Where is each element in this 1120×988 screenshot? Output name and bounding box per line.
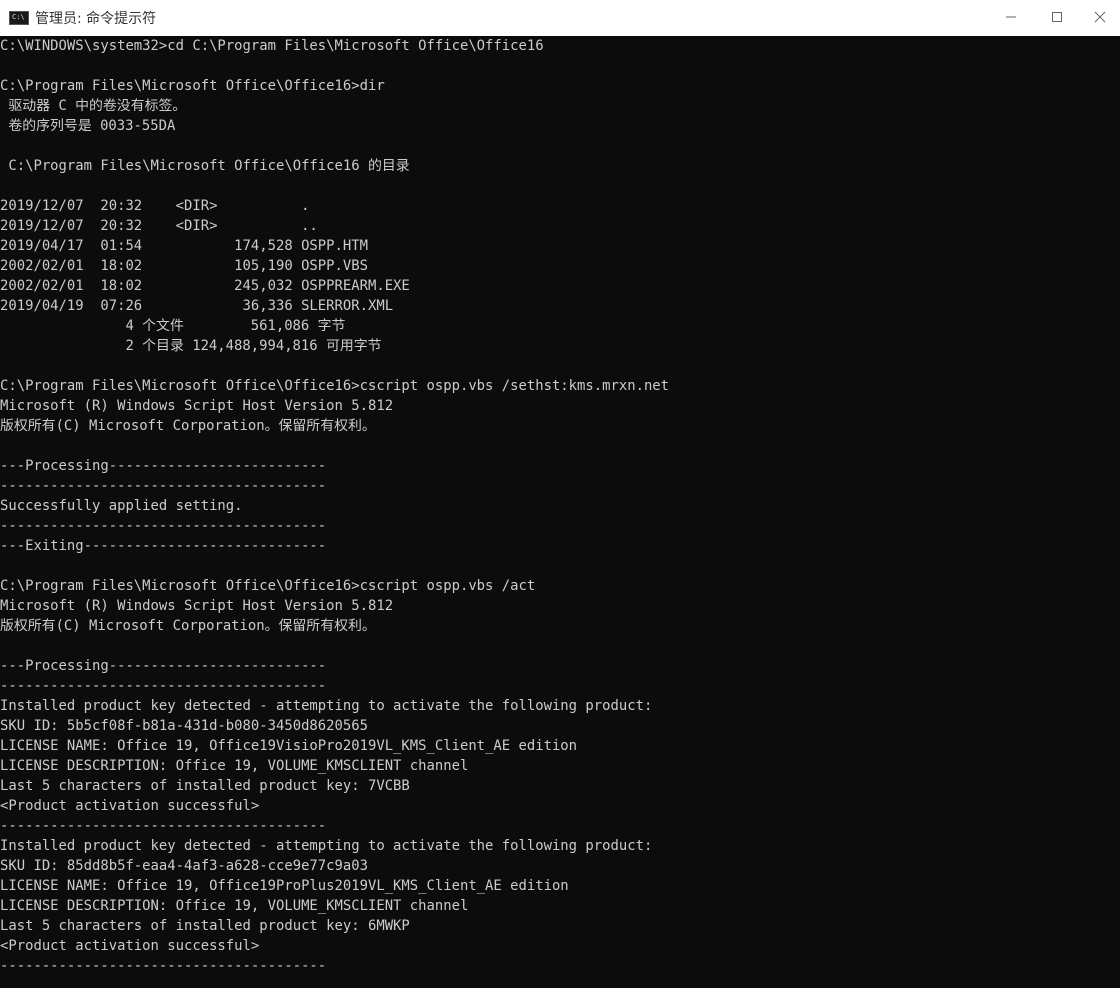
console-line: 驱动器 C 中的卷没有标签。: [0, 98, 187, 114]
console-line: Last 5 characters of installed product k…: [0, 778, 410, 794]
console-line: LICENSE DESCRIPTION: Office 19, VOLUME_K…: [0, 898, 469, 914]
console-line: <Product activation successful>: [0, 798, 260, 814]
console-line: Installed product key detected - attempt…: [0, 838, 653, 854]
console-line: LICENSE NAME: Office 19, Office19VisioPr…: [0, 738, 578, 754]
console-line: C:\Program Files\Microsoft Office\Office…: [0, 158, 410, 174]
console-line: 2002/02/01 18:02 245,032 OSPPREARM.EXE: [0, 278, 410, 294]
maximize-button[interactable]: [1034, 0, 1080, 34]
console-line: 2019/04/17 01:54 174,528 OSPP.HTM: [0, 238, 368, 254]
console-line: ---------------------------------------: [0, 818, 327, 834]
console-line: <Product activation successful>: [0, 938, 260, 954]
window-title: 管理员: 命令提示符: [35, 11, 157, 27]
console-line: 4 个文件 561,086 字节: [0, 318, 346, 334]
console-line: 2 个目录 124,488,994,816 可用字节: [0, 338, 382, 354]
console-line: 2002/02/01 18:02 105,190 OSPP.VBS: [0, 258, 368, 274]
console-line: ---------------------------------------: [0, 678, 327, 694]
console-line: ---Exiting-----------------------------: [0, 538, 327, 554]
command-prompt-icon[interactable]: [9, 11, 29, 25]
maximize-icon: [1052, 12, 1062, 22]
console-line: 版权所有(C) Microsoft Corporation。保留所有权利。: [0, 418, 376, 434]
minimize-icon: [1006, 16, 1016, 18]
console-line: Successfully applied setting.: [0, 498, 243, 514]
window-controls: [988, 0, 1120, 36]
console-line: 版权所有(C) Microsoft Corporation。保留所有权利。: [0, 618, 376, 634]
close-icon: [1094, 11, 1106, 23]
console-line: ---Processing--------------------------: [0, 458, 327, 474]
console-line: 2019/12/07 20:32 <DIR> ..: [0, 218, 318, 234]
console-line: ---Processing--------------------------: [0, 658, 327, 674]
console-line: ---------------------------------------: [0, 478, 327, 494]
console-line: Microsoft (R) Windows Script Host Versio…: [0, 598, 394, 614]
console-line: LICENSE NAME: Office 19, Office19ProPlus…: [0, 878, 569, 894]
minimize-button[interactable]: [988, 0, 1034, 34]
console-line: SKU ID: 5b5cf08f-b81a-431d-b080-3450d862…: [0, 718, 368, 734]
console-line: 卷的序列号是 0033-55DA: [0, 118, 176, 134]
console-line: Last 5 characters of installed product k…: [0, 918, 410, 934]
console-line: 2019/12/07 20:32 <DIR> .: [0, 198, 310, 214]
console-line: Microsoft (R) Windows Script Host Versio…: [0, 398, 394, 414]
console-line: ---------------------------------------: [0, 518, 327, 534]
console-line: C:\Program Files\Microsoft Office\Office…: [0, 378, 670, 394]
console-line: C:\Program Files\Microsoft Office\Office…: [0, 578, 536, 594]
console-line: 2019/04/19 07:26 36,336 SLERROR.XML: [0, 298, 394, 314]
console-line: LICENSE DESCRIPTION: Office 19, VOLUME_K…: [0, 758, 469, 774]
title-bar[interactable]: 管理员: 命令提示符: [0, 0, 1120, 36]
console-line: Installed product key detected - attempt…: [0, 698, 653, 714]
command-prompt-window: 管理员: 命令提示符 C:\WINDOWS\system32>cd C:\Pro…: [0, 0, 1120, 988]
console-line: C:\Program Files\Microsoft Office\Office…: [0, 78, 385, 94]
console-line: ---------------------------------------: [0, 958, 327, 974]
console-line: C:\WINDOWS\system32>cd C:\Program Files\…: [0, 38, 544, 54]
console-output[interactable]: C:\WINDOWS\system32>cd C:\Program Files\…: [0, 36, 1120, 988]
console-line: SKU ID: 85dd8b5f-eaa4-4af3-a628-cce9e77c…: [0, 858, 368, 874]
close-button[interactable]: [1080, 0, 1120, 34]
